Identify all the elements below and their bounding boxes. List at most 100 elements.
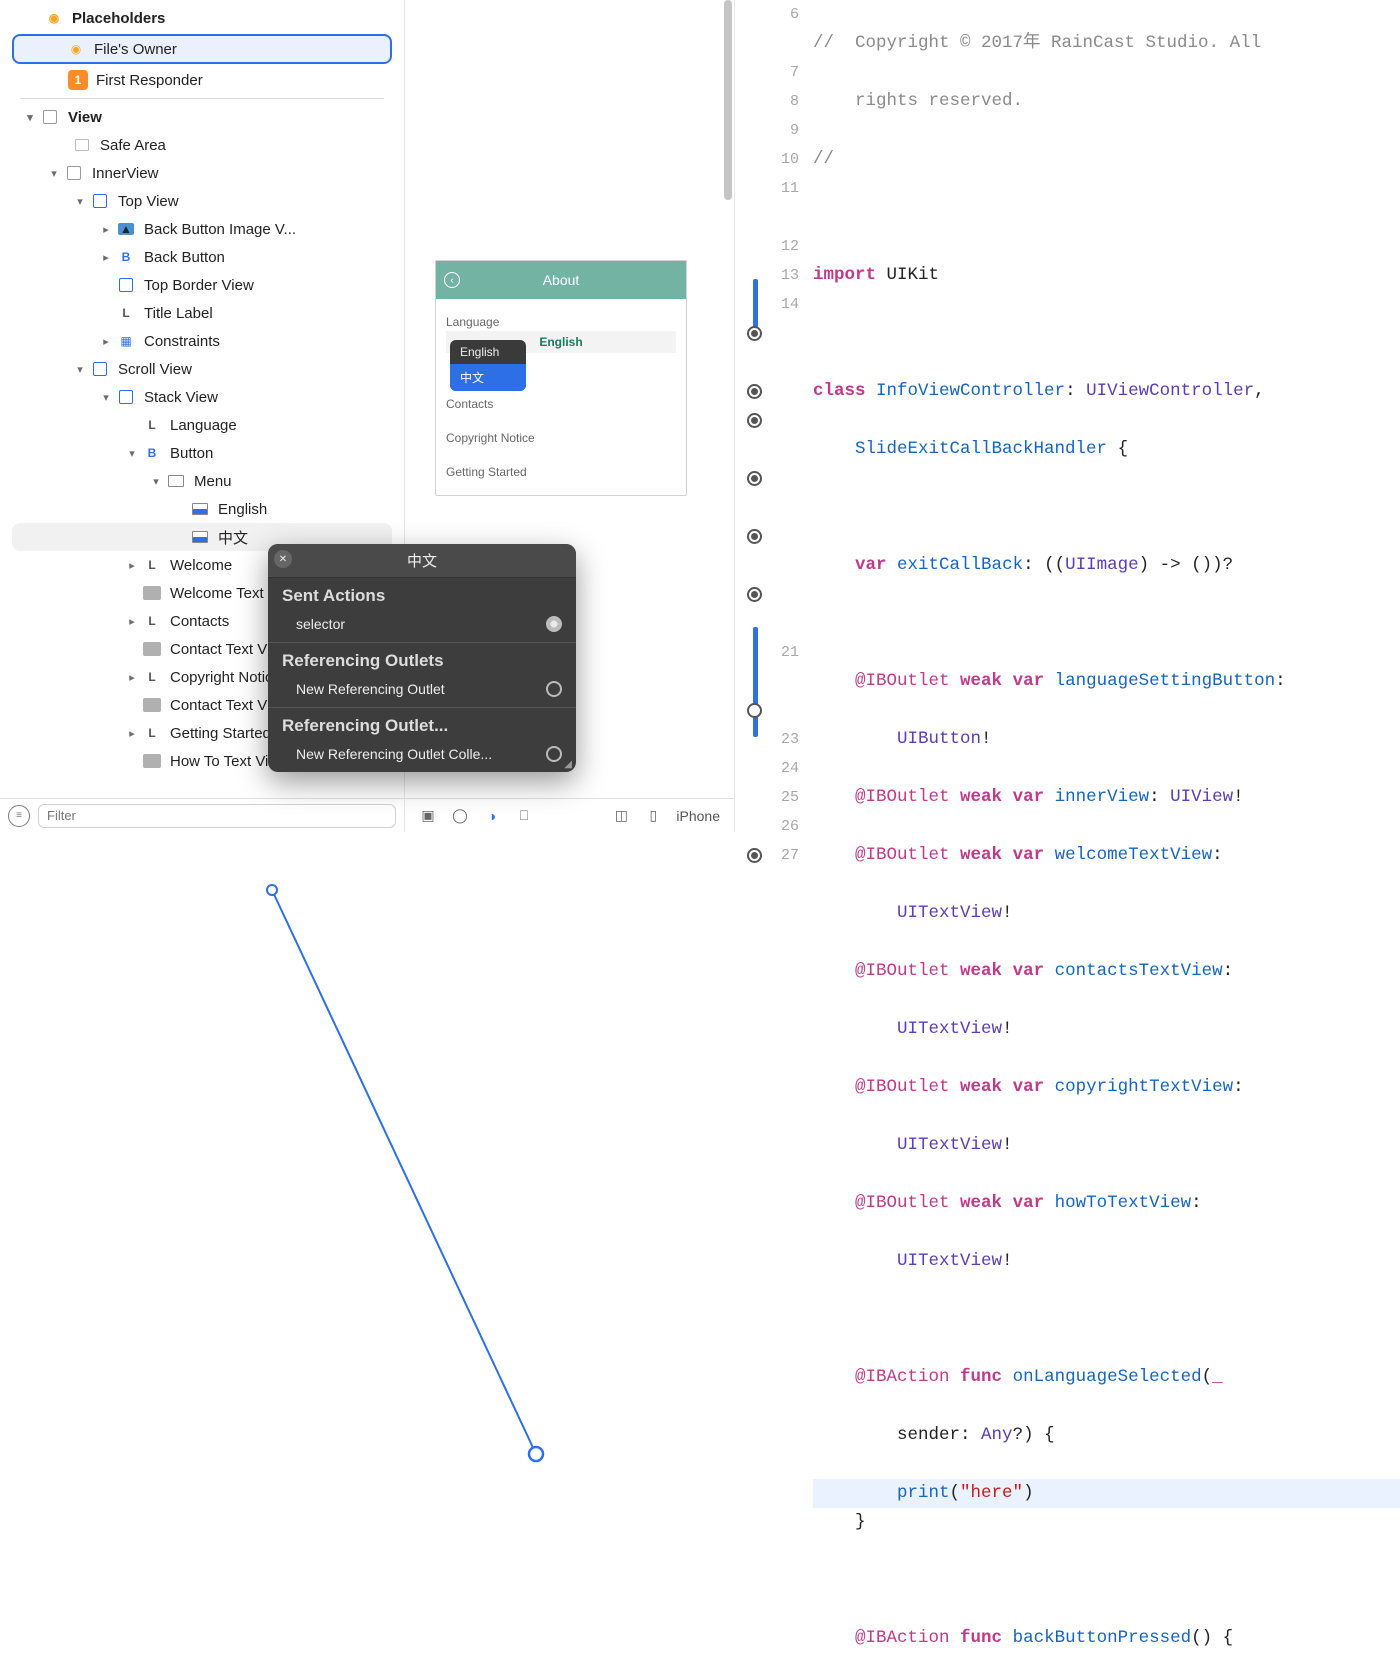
- close-icon[interactable]: ✕: [274, 550, 292, 568]
- first-responder-row[interactable]: 1 First Responder: [0, 66, 404, 94]
- outlet-indicator-icon[interactable]: [747, 326, 762, 341]
- device-label[interactable]: iPhone: [676, 808, 720, 824]
- constraints-row[interactable]: ▸ ▦ Constraints: [0, 327, 404, 355]
- scroll-thumb[interactable]: [724, 0, 732, 200]
- outlet-indicator-icon[interactable]: [747, 848, 762, 863]
- preview-getting-label: Getting Started: [446, 455, 676, 489]
- ref-coll-header: Referencing Outlet...: [268, 708, 576, 740]
- chevron-down-icon[interactable]: ▾: [150, 475, 162, 488]
- title-label-row[interactable]: L Title Label: [0, 299, 404, 327]
- filter-input[interactable]: [38, 804, 396, 828]
- placeholders-label: Placeholders: [72, 10, 165, 27]
- filter-icon[interactable]: ≡: [8, 805, 30, 827]
- top-view-row[interactable]: ▾ Top View: [0, 187, 404, 215]
- resize-grip-icon[interactable]: ◢: [564, 759, 572, 770]
- language-row[interactable]: L Language: [0, 411, 404, 439]
- scroll-view-icon: [90, 359, 110, 379]
- label-icon: L: [142, 611, 162, 631]
- back-img-row[interactable]: ▸ ▲ Back Button Image V...: [0, 215, 404, 243]
- chevron-right-icon[interactable]: ▸: [126, 559, 138, 572]
- placeholders-group[interactable]: ◉ Placeholders: [0, 4, 404, 32]
- panel-icon[interactable]: ▣: [419, 807, 437, 825]
- chevron-down-icon[interactable]: ▾: [74, 363, 86, 376]
- inner-view-row[interactable]: ▾ InnerView: [0, 159, 404, 187]
- label-icon: L: [116, 303, 136, 323]
- files-owner-row[interactable]: ◉ File's Owner: [12, 34, 392, 64]
- chevron-right-icon[interactable]: ▸: [126, 671, 138, 684]
- orientation-icon[interactable]: ⎕: [515, 807, 533, 825]
- stack-view-row[interactable]: ▾ Stack View: [0, 383, 404, 411]
- view-row[interactable]: ▾ View: [0, 103, 404, 131]
- nav-bar: ‹ About: [436, 261, 686, 299]
- filter-bar: ≡: [0, 798, 404, 832]
- view-icon: [116, 275, 136, 295]
- outlet-indicator-icon[interactable]: [747, 703, 762, 718]
- contacts-label: Contacts: [170, 613, 229, 630]
- connections-popover[interactable]: ✕ 中文 Sent Actions selector Referencing O…: [268, 544, 576, 772]
- popup-title: 中文: [407, 553, 437, 570]
- view-label: View: [68, 109, 102, 126]
- button-icon: B: [142, 443, 162, 463]
- view-icon: [40, 107, 60, 127]
- cube-icon: ◉: [66, 39, 86, 59]
- accessibility-icon[interactable]: ◯: [451, 807, 469, 825]
- canvas-toolbar: ▣ ◯ ◑ ⎕ ◫ ▯ iPhone: [405, 798, 734, 832]
- files-owner-label: File's Owner: [94, 41, 177, 58]
- gutter-marks: [735, 0, 773, 832]
- back-button-row[interactable]: ▸ B Back Button: [0, 243, 404, 271]
- menu-icon: [166, 471, 186, 491]
- connection-dot-icon[interactable]: [546, 681, 562, 697]
- chevron-right-icon[interactable]: ▸: [126, 615, 138, 628]
- outlet-indicator-icon[interactable]: [747, 529, 762, 544]
- code-editor[interactable]: 67891011 121314 21 2324252627 // Copyrig…: [735, 0, 1400, 832]
- menuitem-icon: [190, 499, 210, 519]
- textview-icon: [142, 751, 162, 771]
- preview-language-label: Language: [446, 315, 676, 329]
- selector-row[interactable]: selector: [268, 610, 576, 642]
- chinese-label: 中文: [218, 527, 248, 548]
- chevron-right-icon[interactable]: ▸: [100, 251, 112, 264]
- back-icon[interactable]: ‹: [444, 272, 460, 288]
- chevron-down-icon[interactable]: ▾: [74, 195, 86, 208]
- top-border-row[interactable]: Top Border View: [0, 271, 404, 299]
- safe-area-row[interactable]: Safe Area: [0, 131, 404, 159]
- new-ref-label: New Referencing Outlet: [296, 681, 445, 697]
- menu-item-en[interactable]: English: [450, 340, 526, 364]
- layout-icon[interactable]: ◫: [612, 807, 630, 825]
- top-border-label: Top Border View: [144, 277, 254, 294]
- connection-dot-filled-icon[interactable]: [546, 616, 562, 632]
- chevron-right-icon[interactable]: ▸: [100, 335, 112, 348]
- scroll-view-row[interactable]: ▾ Scroll View: [0, 355, 404, 383]
- chevron-down-icon[interactable]: ▾: [126, 447, 138, 460]
- stack-view-label: Stack View: [144, 389, 218, 406]
- preview-language-menu[interactable]: English 中文: [450, 340, 526, 391]
- chevron-down-icon[interactable]: ▾: [48, 167, 60, 180]
- safe-area-icon: [72, 135, 92, 155]
- chevron-right-icon[interactable]: ▸: [100, 223, 112, 236]
- chevron-down-icon[interactable]: ▾: [24, 111, 36, 124]
- menu-item-cn[interactable]: 中文: [450, 364, 526, 391]
- outlet-indicator-icon[interactable]: [747, 471, 762, 486]
- device-icon[interactable]: ▯: [644, 807, 662, 825]
- chevron-right-icon[interactable]: ▸: [126, 727, 138, 740]
- back-button-label: Back Button: [144, 249, 225, 266]
- scrollbar[interactable]: [724, 0, 732, 260]
- new-ref-coll-row[interactable]: New Referencing Outlet Colle...: [268, 740, 576, 772]
- welcome-label: Welcome: [170, 557, 232, 574]
- new-ref-row[interactable]: New Referencing Outlet: [268, 675, 576, 707]
- outlet-indicator-icon[interactable]: [747, 413, 762, 428]
- preview-body: Language English Contacts Copyright Noti…: [436, 299, 686, 495]
- code-content[interactable]: // Copyright © 2017年 RainCast Studio. Al…: [807, 0, 1400, 832]
- button-row[interactable]: ▾ B Button: [0, 439, 404, 467]
- connection-dot-icon[interactable]: [546, 746, 562, 762]
- outlet-indicator-icon[interactable]: [747, 384, 762, 399]
- getting-label: Getting Started: [170, 725, 271, 742]
- chevron-down-icon[interactable]: ▾: [100, 391, 112, 404]
- menu-label: Menu: [194, 473, 232, 490]
- label-icon: L: [142, 415, 162, 435]
- appearance-icon[interactable]: ◑: [483, 807, 501, 825]
- english-row[interactable]: English: [0, 495, 404, 523]
- outlet-indicator-icon[interactable]: [747, 587, 762, 602]
- menu-row[interactable]: ▾ Menu: [0, 467, 404, 495]
- cube-icon: ◉: [44, 8, 64, 28]
